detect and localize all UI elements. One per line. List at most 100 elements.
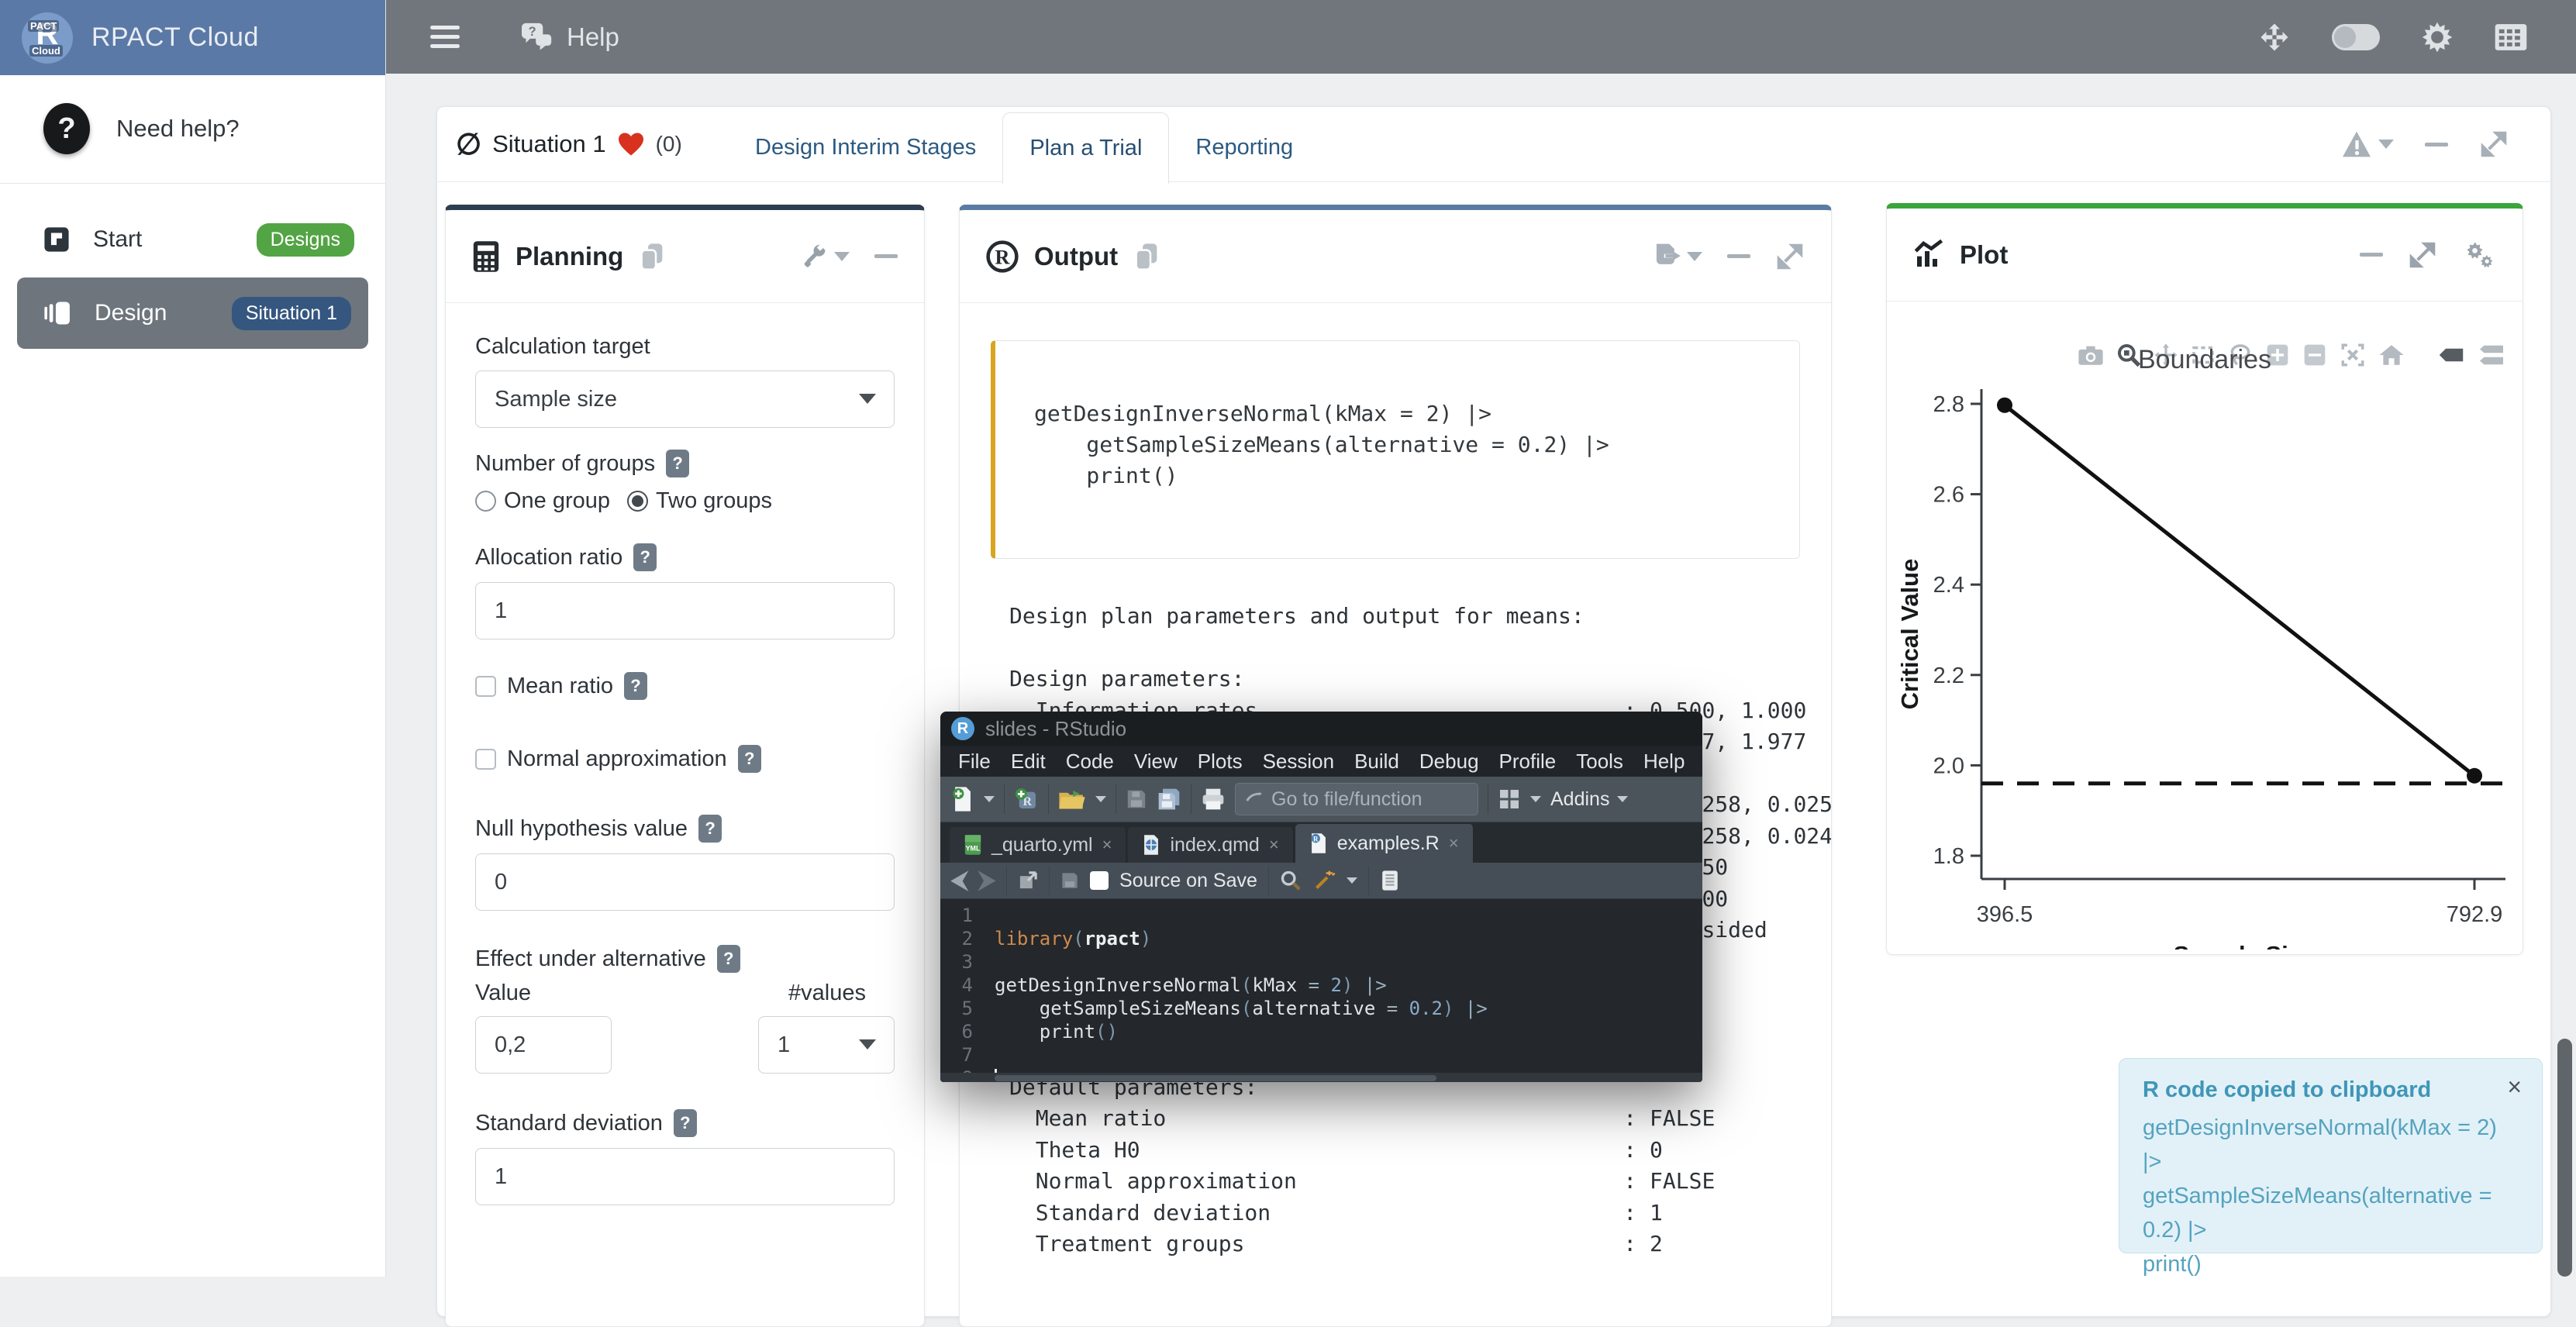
hamburger-menu-icon[interactable] [430,20,460,53]
print-icon[interactable] [1201,788,1226,811]
find-magnifier-icon[interactable] [1280,870,1302,891]
menu-code[interactable]: Code [1056,750,1124,774]
pan-icon[interactable] [2154,343,2178,367]
plot-settings-gears-icon[interactable] [2462,240,2496,271]
close-icon[interactable]: × [2507,1073,2522,1101]
expand-plot-icon[interactable] [2408,240,2437,270]
rstudio-tab-_quarto.yml[interactable]: YML_quarto.yml× [950,827,1126,863]
chevron-down-icon[interactable] [1347,877,1357,884]
menu-help[interactable]: Help [1633,750,1695,774]
mean-ratio-checkbox[interactable] [475,676,496,697]
nvalues-select[interactable]: 1 [758,1016,895,1074]
menu-edit[interactable]: Edit [1001,750,1056,774]
scrollbar-thumb[interactable] [995,1075,1436,1081]
page-scrollbar[interactable] [2554,74,2576,1277]
menu-profile[interactable]: Profile [1489,750,1567,774]
reset-axes-home-icon[interactable] [2378,343,2405,367]
heart-icon[interactable] [617,132,645,157]
collapse-planning-icon[interactable] [874,254,898,258]
zoom-in-icon[interactable] [2265,343,2290,367]
new-file-icon[interactable] [951,786,974,812]
rstudio-titlebar[interactable]: R slides - RStudio [940,712,1702,746]
lasso-select-icon[interactable] [2228,343,2253,367]
compile-notebook-icon[interactable] [1380,870,1400,891]
help-badge-icon[interactable]: ? [633,543,657,571]
code-tools-wand-icon[interactable] [1312,869,1336,892]
help-badge-icon[interactable]: ? [674,1109,697,1137]
help-badge-icon[interactable]: ? [698,815,722,843]
tab-design-interim-stages[interactable]: Design Interim Stages [729,112,1002,182]
open-file-folder-icon[interactable] [1058,788,1086,811]
close-icon[interactable]: × [1269,835,1279,855]
zoom-out-icon[interactable] [2302,343,2327,367]
rstudio-tab-examples.R[interactable]: Rexamples.R× [1295,824,1474,863]
chevron-down-icon[interactable] [1095,796,1106,802]
tools-dropdown-button[interactable] [802,243,850,270]
chevron-down-icon[interactable] [984,796,995,802]
box-select-icon[interactable] [2191,343,2216,367]
help-badge-icon[interactable]: ? [624,672,647,700]
zoom-icon[interactable] [2116,343,2141,367]
allocation-ratio-input[interactable]: 1 [475,582,895,639]
tab-reporting[interactable]: Reporting [1169,112,1319,182]
source-on-save-checkbox[interactable] [1090,871,1109,890]
forward-arrow-icon[interactable]: ⮞ [978,869,995,892]
camera-snapshot-icon[interactable] [2078,343,2104,367]
rstudio-code-editor[interactable]: 12345678 library(rpact) getDesignInverse… [940,899,1702,1073]
expand-icon[interactable] [2479,129,2509,159]
menu-file[interactable]: File [948,750,1001,774]
addins-dropdown[interactable]: Addins [1550,788,1628,811]
menu-build[interactable]: Build [1344,750,1409,774]
export-dropdown-button[interactable] [1653,241,1702,272]
calculation-target-select[interactable]: Sample size [475,371,895,428]
help-badge-icon[interactable]: ? [717,945,740,973]
hover-compare-icon[interactable] [2478,343,2505,367]
fullscreen-icon[interactable] [2258,21,2291,53]
menu-session[interactable]: Session [1253,750,1345,774]
help-badge-icon[interactable]: ? [666,450,689,477]
close-icon[interactable]: × [1449,833,1459,853]
tab-plan-a-trial[interactable]: Plan a Trial [1002,112,1169,184]
horizontal-scrollbar[interactable] [940,1073,1702,1082]
page-scrollbar-thumb[interactable] [2557,1039,2572,1277]
autoscale-icon[interactable] [2340,342,2366,368]
help-badge-icon[interactable]: ? [738,745,761,773]
popout-icon[interactable] [1018,870,1038,891]
menu-debug[interactable]: Debug [1409,750,1489,774]
sidebar-item-design[interactable]: DesignSituation 1 [17,277,368,349]
standard-deviation-input[interactable]: 1 [475,1148,895,1205]
need-help-link[interactable]: ? Need help? [0,103,385,154]
copy-icon[interactable] [639,241,665,272]
null-hypothesis-input[interactable]: 0 [475,853,895,911]
boundaries-chart[interactable]: 1.82.02.22.42.62.8396.5792.9Sample SizeC… [1887,344,2523,950]
theme-toggle-switch[interactable] [2331,23,2381,51]
gear-icon[interactable] [2421,21,2454,53]
sidebar-item-start[interactable]: StartDesigns [0,206,385,273]
expand-output-icon[interactable] [1775,242,1805,271]
toggle-spikelines-icon[interactable] [2437,344,2465,366]
back-arrow-icon[interactable]: ⮜ [951,869,967,892]
two-groups-radio[interactable] [627,491,648,512]
help-button[interactable]: ? Help [520,22,619,53]
normal-approximation-checkbox[interactable] [475,749,496,770]
minimize-icon[interactable] [2425,143,2448,146]
collapse-output-icon[interactable] [1727,254,1750,258]
effect-value-input[interactable]: 0,2 [475,1016,612,1074]
copy-icon[interactable] [1133,241,1160,272]
save-icon[interactable] [1126,788,1147,810]
chevron-down-icon[interactable] [1530,796,1541,802]
collapse-plot-icon[interactable] [2360,253,2383,257]
rstudio-window[interactable]: R slides - RStudio FileEditCodeViewPlots… [940,712,1702,1082]
menu-plots[interactable]: Plots [1188,750,1253,774]
rstudio-tab-index.qmd[interactable]: index.qmd× [1128,827,1293,863]
one-group-radio[interactable] [475,491,496,512]
panes-grid-icon[interactable] [1498,788,1521,811]
close-icon[interactable]: × [1102,835,1112,855]
menu-tools[interactable]: Tools [1566,750,1633,774]
grid-apps-icon[interactable] [2494,22,2528,53]
save-icon[interactable] [1060,871,1079,890]
goto-file-function-input[interactable]: Go to file/function [1235,783,1478,815]
warnings-dropdown-button[interactable] [2341,130,2394,158]
save-all-icon[interactable] [1157,788,1181,811]
menu-view[interactable]: View [1124,750,1188,774]
